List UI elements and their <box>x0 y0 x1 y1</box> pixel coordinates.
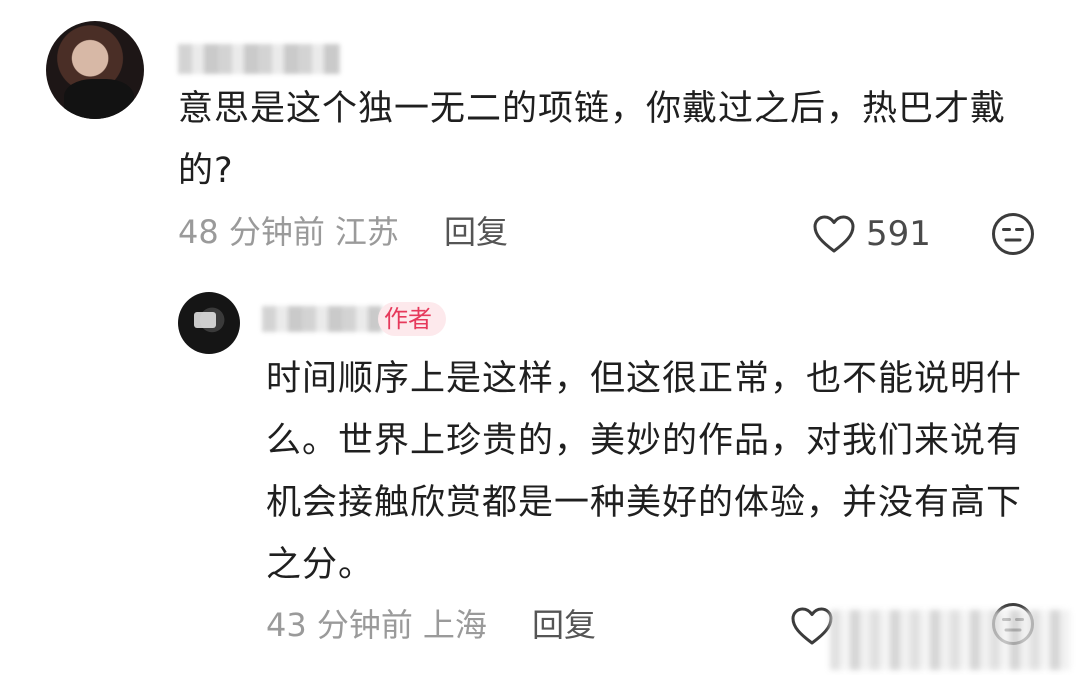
comment-time: 48 分钟前 <box>178 213 325 251</box>
watermark-redacted <box>830 610 1070 670</box>
heart-outline-icon <box>813 215 855 253</box>
author-avatar[interactable] <box>178 292 240 354</box>
comment-meta: 48 分钟前 江苏 <box>178 212 399 252</box>
comment-dislike-button[interactable] <box>991 212 1035 256</box>
commenter-avatar[interactable] <box>46 21 144 119</box>
comment-text: 意思是这个独一无二的项链，你戴过之后，热巴才戴的? <box>178 89 1007 191</box>
reply-like-button[interactable] <box>790 606 834 646</box>
author-badge: 作者 <box>378 302 446 336</box>
comment-like-button[interactable]: 591 <box>812 214 931 254</box>
reply-reply-button[interactable]: 回复 <box>532 605 596 645</box>
reply-time: 43 分钟前 <box>266 606 413 644</box>
reply-meta: 43 分钟前 上海 <box>266 605 487 645</box>
comment-reply-button[interactable]: 回复 <box>444 212 508 252</box>
neutral-face-icon <box>992 213 1034 255</box>
author-username-redacted[interactable] <box>262 306 382 332</box>
comment-location: 江苏 <box>334 213 399 251</box>
comment-like-count: 591 <box>866 214 931 254</box>
reply-location: 上海 <box>422 606 487 644</box>
reply-text: 时间顺序上是这样，但这很正常，也不能说明什么。世界上珍贵的，美妙的作品，对我们来… <box>266 359 1023 585</box>
heart-outline-icon <box>791 607 833 645</box>
commenter-username-redacted[interactable] <box>178 44 340 74</box>
comment-thread: 意思是这个独一无二的项链，你戴过之后，热巴才戴的? 48 分钟前 江苏 回复 59… <box>0 0 1080 675</box>
